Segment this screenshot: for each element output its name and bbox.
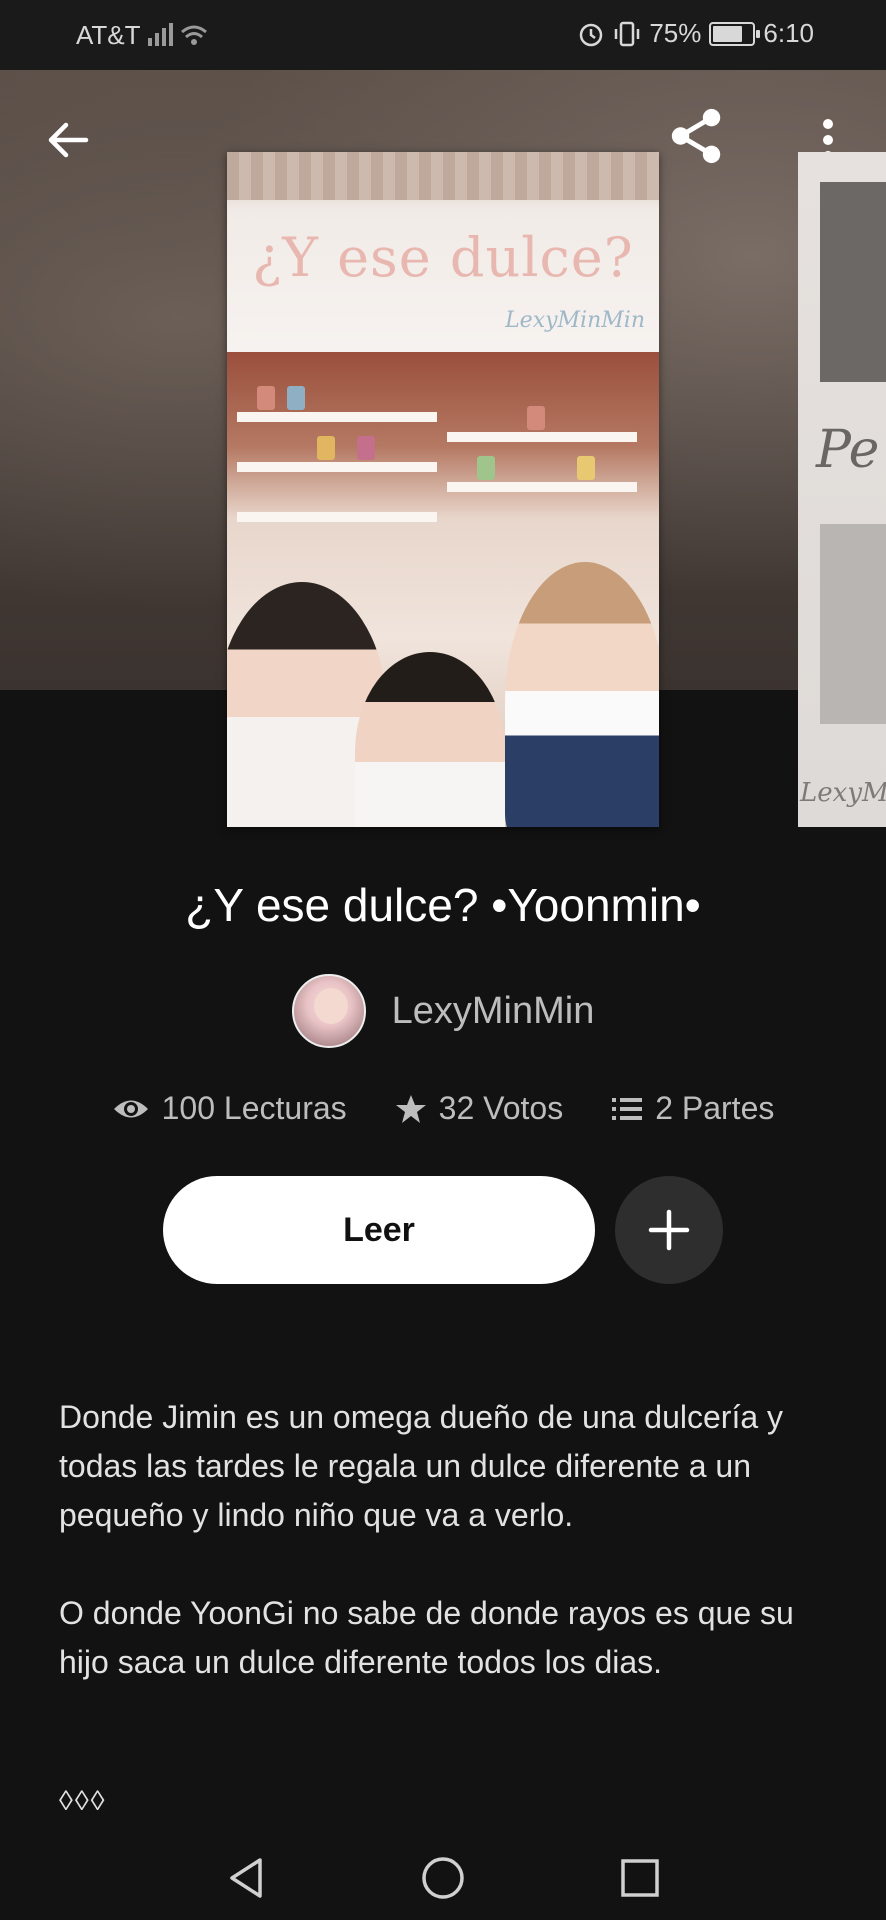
next-story-cover[interactable]: Pe LexyM <box>798 152 886 827</box>
list-icon <box>612 1097 643 1120</box>
parts-count: 2 Partes <box>655 1090 775 1126</box>
nav-home-button[interactable] <box>413 1848 473 1908</box>
battery-icon <box>709 21 761 46</box>
votes-stat: 32 Votos <box>395 1090 564 1127</box>
square-recents-icon <box>621 1859 659 1897</box>
signal-strength-icon <box>148 23 207 46</box>
add-to-library-button[interactable] <box>615 1176 723 1284</box>
author-name[interactable]: LexyMinMin <box>392 990 595 1033</box>
status-bar: AT&T 75% 6:10 <box>0 0 886 70</box>
star-icon <box>395 1094 426 1123</box>
story-detail-screen: AT&T 75% 6:10 ¿Y ese dulce? LexyMinMin P… <box>0 0 886 1920</box>
share-button[interactable] <box>667 106 727 166</box>
cover-ceiling <box>227 152 659 200</box>
story-stats: 100 Lecturas 32 Votos 2 Partes <box>0 1090 886 1127</box>
reads-stat: 100 Lecturas <box>112 1090 347 1127</box>
side-cover-signature: LexyM <box>800 778 886 808</box>
status-right: 75% 6:10 <box>577 18 814 49</box>
clock: 6:10 <box>763 18 814 48</box>
vibrate-icon <box>615 21 640 46</box>
parts-stat: 2 Partes <box>611 1090 774 1127</box>
triangle-back-icon <box>230 1858 262 1898</box>
side-cover-text: Pe <box>816 420 880 480</box>
eye-icon <box>113 1100 148 1117</box>
battery-fill <box>713 25 742 42</box>
author-avatar[interactable] <box>291 974 366 1048</box>
description-separator: ◊◊◊ <box>59 1785 107 1816</box>
author-row[interactable]: LexyMinMin <box>0 974 886 1048</box>
read-button[interactable]: Leer <box>163 1176 595 1284</box>
carrier-label: AT&T <box>76 20 141 50</box>
alarm-icon <box>580 23 603 46</box>
system-nav-bar <box>0 1830 886 1920</box>
cover-title: ¿Y ese dulce? <box>252 226 634 289</box>
description-paragraph: Donde Jimin es un omega dueño de una dul… <box>59 1399 784 1533</box>
nav-back-button[interactable] <box>216 1848 276 1908</box>
signal-icons <box>146 18 216 57</box>
arrow-left-icon <box>48 122 89 158</box>
share-icon <box>671 108 721 164</box>
description-paragraph: O donde YoonGi no sabe de donde rayos es… <box>59 1595 794 1680</box>
circle-home-icon <box>422 1857 464 1899</box>
nav-recents-button[interactable] <box>610 1848 670 1908</box>
battery-percent: 75% <box>649 18 702 48</box>
votes-count: 32 Votos <box>438 1090 564 1126</box>
reads-count: 100 Lecturas <box>161 1090 347 1126</box>
cover-author: LexyMinMin <box>505 308 645 333</box>
story-cover[interactable]: ¿Y ese dulce? LexyMinMin <box>227 152 659 827</box>
back-button[interactable] <box>38 110 98 170</box>
cover-candy-shop <box>227 352 659 827</box>
plus-icon <box>648 1209 690 1251</box>
story-description: Donde Jimin es un omega dueño de una dul… <box>59 1393 839 1736</box>
story-title: ¿Y ese dulce? •Yoonmin• <box>185 879 701 931</box>
